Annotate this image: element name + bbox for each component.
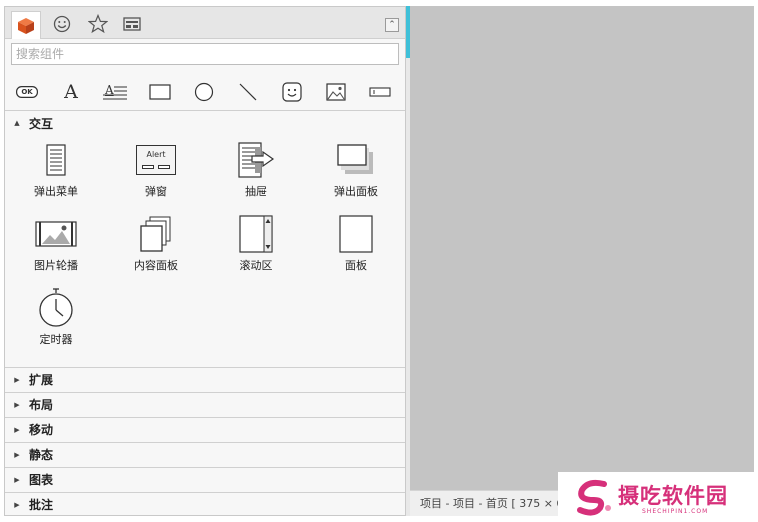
section-title: 批注 <box>29 498 54 512</box>
watermark-logo: 摄吃软件园 SHECHIPIN1.COM <box>558 472 758 522</box>
content-panel-icon <box>140 216 171 252</box>
circle-icon <box>194 82 214 102</box>
paragraph-widget-tool[interactable]: A <box>101 79 129 105</box>
triangle-right-icon: ▶ <box>14 475 20 484</box>
search-input[interactable] <box>11 43 399 65</box>
textfield-widget-tool[interactable] <box>366 79 394 105</box>
popup-menu-icon <box>46 144 66 176</box>
widget-scroll-area[interactable]: 滚动区 <box>209 213 303 283</box>
collapse-panel-button[interactable]: ⌃ <box>385 18 399 32</box>
section-static[interactable]: ▶ 静态 <box>5 442 405 466</box>
tab-favorites[interactable] <box>83 11 113 37</box>
triangle-right-icon: ▶ <box>14 400 20 409</box>
section-title: 图表 <box>29 473 54 487</box>
section-interaction[interactable]: ▲ 交互 <box>5 111 405 135</box>
watermark-text: 摄吃软件园 <box>618 484 728 508</box>
widget-alert[interactable]: Alert 弹窗 <box>109 139 203 209</box>
alert-icon: Alert <box>136 145 176 175</box>
widget-label: 图片轮播 <box>34 259 78 272</box>
library-tab-bar: ⌃ <box>5 7 405 39</box>
text-widget-tool[interactable]: A <box>57 79 85 105</box>
section-title: 静态 <box>29 448 54 462</box>
section-title: 移动 <box>29 423 54 437</box>
breadcrumb-status: 项目 - 项目 - 首页 [ 375 × 6 <box>420 497 564 510</box>
carousel-icon <box>35 221 77 247</box>
icon-widget-tool[interactable] <box>278 79 306 105</box>
widget-label: 弹出菜单 <box>34 185 78 198</box>
button-widget-tool[interactable]: OK <box>13 79 41 105</box>
section-annotations[interactable]: ▶ 批注 <box>5 492 405 516</box>
widget-label: 定时器 <box>39 333 73 346</box>
tab-masters[interactable] <box>117 11 147 37</box>
section-title: 扩展 <box>29 373 54 387</box>
section-charts[interactable]: ▶ 图表 <box>5 467 405 491</box>
widget-label: 弹出面板 <box>334 185 378 198</box>
image-widget-tool[interactable] <box>322 79 350 105</box>
layout-icon <box>123 17 141 31</box>
widget-carousel[interactable]: 图片轮播 <box>9 213 103 283</box>
text-field-icon <box>369 87 391 97</box>
image-icon <box>326 83 346 101</box>
scroll-area-icon <box>239 215 273 253</box>
drawer-icon <box>238 142 275 178</box>
design-canvas[interactable] <box>410 6 754 490</box>
basic-widgets-toolbar: OK A A <box>5 73 405 111</box>
triangle-right-icon: ▶ <box>14 425 20 434</box>
text-icon: A <box>64 81 78 103</box>
widget-content-panel[interactable]: 内容面板 <box>109 213 203 283</box>
watermark-subtext: SHECHIPIN1.COM <box>642 508 709 515</box>
triangle-right-icon: ▶ <box>14 500 20 509</box>
alert-icon-text: Alert <box>146 150 166 159</box>
line-widget-tool[interactable] <box>234 79 262 105</box>
widget-library-panel: ⌃ OK A A <box>4 6 406 516</box>
panel-icon <box>339 215 373 253</box>
ok-button-icon-label: OK <box>21 88 33 96</box>
cube-icon <box>18 17 34 34</box>
section-layout[interactable]: ▶ 布局 <box>5 392 405 416</box>
rectangle-widget-tool[interactable] <box>146 79 174 105</box>
tab-icons[interactable] <box>47 11 77 37</box>
widget-panel[interactable]: 面板 <box>309 213 403 283</box>
watermark-s-icon <box>577 479 611 516</box>
smiley-icon <box>53 15 71 33</box>
triangle-right-icon: ▶ <box>14 450 20 459</box>
rectangle-icon <box>149 84 171 100</box>
widget-label: 弹窗 <box>145 185 167 198</box>
widget-popup-panel[interactable]: 弹出面板 <box>309 139 403 209</box>
emoji-icon <box>282 82 302 102</box>
widget-label: 面板 <box>345 259 367 272</box>
double-chevron-up-icon: ⌃ <box>388 20 396 30</box>
timer-icon <box>39 288 73 327</box>
tab-components[interactable] <box>11 11 41 39</box>
line-icon <box>239 83 257 101</box>
triangle-right-icon: ▶ <box>14 375 20 384</box>
widget-drawer[interactable]: 抽屉 <box>209 139 303 209</box>
widget-popup-menu[interactable]: 弹出菜单 <box>9 139 103 209</box>
section-extensions[interactable]: ▶ 扩展 <box>5 367 405 391</box>
widget-timer[interactable]: 定时器 <box>9 287 103 357</box>
section-title: 交互 <box>29 116 54 131</box>
section-title: 布局 <box>29 398 54 412</box>
triangle-down-icon: ▲ <box>14 119 20 127</box>
widget-label: 滚动区 <box>239 259 273 272</box>
widget-label: 抽屉 <box>245 185 267 198</box>
widget-label: 内容面板 <box>134 259 178 272</box>
popup-panel-icon <box>337 144 373 174</box>
star-icon <box>88 14 108 34</box>
circle-widget-tool[interactable] <box>190 79 218 105</box>
section-mobile[interactable]: ▶ 移动 <box>5 417 405 441</box>
paragraph-icon: A <box>105 83 114 97</box>
